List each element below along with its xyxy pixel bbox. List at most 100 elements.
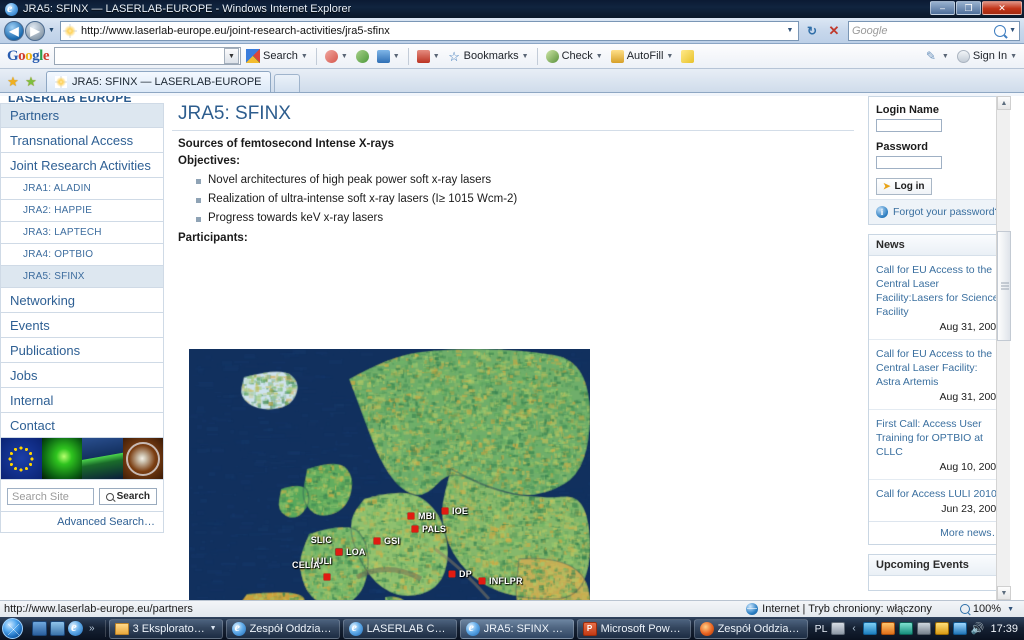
google-search-input[interactable]: ▼ — [54, 47, 241, 65]
sidebar-item-label: Networking — [10, 293, 75, 308]
sidebar-item-jra5-sfinx[interactable]: JRA5: SFINX — [0, 266, 164, 288]
news-title-link[interactable]: Call for Access LULI 2010 — [876, 487, 1002, 501]
sidebar-item-contact[interactable]: Contact — [0, 413, 164, 438]
google-query-dropdown-icon[interactable]: ▼ — [224, 48, 239, 64]
maximize-button[interactable]: ❐ — [956, 1, 981, 15]
minimize-button[interactable]: – — [930, 1, 955, 15]
taskbar-button-label: 3 Eksplorator … — [133, 623, 206, 635]
back-button[interactable]: ◀ — [4, 21, 24, 41]
url-input[interactable]: http://www.laserlab-europe.eu/joint-rese… — [60, 21, 799, 41]
chevron-down-icon[interactable]: ▼ — [1010, 53, 1017, 60]
internet-explorer-icon[interactable] — [68, 621, 83, 636]
sidebar-item-jobs[interactable]: Jobs — [0, 363, 164, 388]
sidebar-item-internal[interactable]: Internal — [0, 388, 164, 413]
scroll-down-button[interactable]: ▼ — [997, 586, 1011, 600]
google-signin-button[interactable]: Sign In ▼ — [954, 46, 1020, 66]
clock[interactable]: 17:39 — [988, 623, 1018, 635]
start-button[interactable] — [2, 618, 23, 639]
info-icon: i — [876, 206, 888, 218]
favorites-center-icon[interactable]: ★ — [4, 72, 22, 92]
chevron-down-icon[interactable]: ▼ — [522, 53, 529, 60]
sidebar-item-publications[interactable]: Publications — [0, 338, 164, 363]
keyboard-icon[interactable] — [831, 622, 845, 635]
browser-search-input[interactable]: Google ▼ — [848, 21, 1020, 41]
news-title-link[interactable]: Call for EU Access to the Central Laser … — [876, 347, 1002, 389]
forward-button[interactable]: ▶ — [25, 21, 45, 41]
scroll-up-button[interactable]: ▲ — [997, 96, 1011, 110]
flip-3d-icon[interactable] — [50, 621, 65, 636]
login-button[interactable]: ➤ Log in — [876, 178, 932, 195]
sidebar-item-label: JRA5: SFINX — [23, 271, 85, 282]
scrollbar-thumb[interactable] — [997, 231, 1011, 341]
taskbar-button[interactable]: JRA5: SFINX — L… — [460, 619, 574, 639]
chevron-down-icon[interactable]: ▼ — [942, 53, 949, 60]
search-provider-caret-icon[interactable]: ▼ — [1009, 27, 1016, 34]
google-gmail-button[interactable]: ▼ — [414, 46, 443, 66]
tray-sync-icon[interactable] — [899, 622, 913, 635]
sidebar-item-jra1-aladin[interactable]: JRA1: ALADIN — [0, 178, 164, 200]
network-icon[interactable] — [953, 622, 967, 635]
language-indicator[interactable]: PL — [815, 623, 828, 635]
sidebar-item-joint-research-activities[interactable]: Joint Research Activities — [0, 153, 164, 178]
news-title-link[interactable]: First Call: Access User Training for OPT… — [876, 417, 1002, 459]
chevron-down-icon[interactable]: ▼ — [301, 53, 308, 60]
tray-warning-icon[interactable] — [881, 622, 895, 635]
volume-icon[interactable]: 🔊 — [971, 622, 985, 635]
site-search-button[interactable]: Search — [99, 488, 157, 505]
news-title-link[interactable]: Call for EU Access to the Central Laser … — [876, 263, 1002, 319]
google-settings-button[interactable]: ✎ ▼ — [923, 46, 952, 66]
taskbar-button[interactable]: Zespół Oddziały… — [694, 619, 808, 639]
add-to-favorites-icon[interactable]: ★ — [22, 72, 40, 92]
advanced-search-row: Advanced Search… — [0, 512, 164, 533]
tray-security-icon[interactable] — [935, 622, 949, 635]
google-check-button[interactable]: Check ▼ — [543, 46, 606, 66]
password-input[interactable] — [876, 156, 942, 169]
new-tab-button[interactable] — [274, 74, 300, 92]
sidebar-item-jra4-optbio[interactable]: JRA4: OPTBIO — [0, 244, 164, 266]
sidebar-item-partners[interactable]: Partners — [0, 103, 164, 128]
google-translate-button[interactable]: ▼ — [322, 46, 351, 66]
refresh-button[interactable]: ↻ — [801, 21, 823, 41]
login-name-input[interactable] — [876, 119, 942, 132]
show-desktop-icon[interactable] — [32, 621, 47, 636]
chevron-down-icon[interactable]: ▼ — [666, 53, 673, 60]
security-zone-label: Internet | Tryb chroniony: włączony — [762, 603, 932, 615]
sidebar-item-transnational-access[interactable]: Transnational Access — [0, 128, 164, 153]
zoom-control[interactable]: 100% ▼ — [960, 603, 1014, 615]
google-highlight-button[interactable] — [678, 46, 697, 66]
url-dropdown-icon[interactable]: ▼ — [784, 27, 796, 34]
google-search-button[interactable]: Search ▼ — [243, 46, 311, 66]
chevron-down-icon[interactable]: ▼ — [433, 53, 440, 60]
stop-button[interactable]: ✕ — [823, 21, 845, 41]
history-dropdown-icon[interactable]: ▼ — [45, 21, 58, 41]
taskbar-button[interactable]: Zespół Oddziały… — [226, 619, 340, 639]
sidebar-item-jra3-laptech[interactable]: JRA3: LAPTECH — [0, 222, 164, 244]
page-scrollbar[interactable]: ▲ ▼ — [996, 96, 1010, 600]
tray-overflow-icon[interactable]: ‹ — [849, 623, 858, 634]
tray-app-icon[interactable] — [863, 622, 877, 635]
chevron-down-icon[interactable]: ▼ — [393, 53, 400, 60]
site-search-input[interactable]: Search Site — [7, 488, 94, 505]
sidebar-item-networking[interactable]: Networking — [0, 288, 164, 313]
more-news-link[interactable]: More news… — [940, 527, 1002, 539]
chevron-down-icon[interactable]: ▼ — [341, 53, 348, 60]
google-add-button[interactable]: ▼ — [374, 46, 403, 66]
taskbar-button[interactable]: P Microsoft Power… — [577, 619, 691, 639]
browser-tab[interactable]: JRA5: SFINX — LASERLAB-EUROPE — [46, 71, 271, 92]
taskbar-button[interactable]: 3 Eksplorator … ▼ — [109, 619, 223, 639]
participants-map: MBIIOEPALSGSISLICLOALULICELIADPINFLPRIST… — [189, 349, 590, 600]
google-pagerank-button[interactable] — [353, 46, 372, 66]
google-autofill-button[interactable]: AutoFill ▼ — [608, 46, 677, 66]
chevron-down-icon[interactable]: ▼ — [1007, 606, 1014, 613]
advanced-search-link[interactable]: Advanced Search… — [57, 516, 155, 528]
chevron-down-icon[interactable]: ▼ — [210, 625, 217, 632]
taskbar-button[interactable]: LASERLAB Com… — [343, 619, 457, 639]
close-button[interactable]: ✕ — [982, 1, 1022, 15]
forgot-password-link[interactable]: Forgot your password? — [893, 206, 1000, 218]
quick-launch-overflow-icon[interactable]: » — [86, 623, 98, 634]
google-bookmarks-button[interactable]: ☆ Bookmarks ▼ — [445, 46, 532, 66]
sidebar-item-events[interactable]: Events — [0, 313, 164, 338]
sidebar-item-jra2-happie[interactable]: JRA2: HAPPIE — [0, 200, 164, 222]
tray-display-icon[interactable] — [917, 622, 931, 635]
chevron-down-icon[interactable]: ▼ — [596, 53, 603, 60]
